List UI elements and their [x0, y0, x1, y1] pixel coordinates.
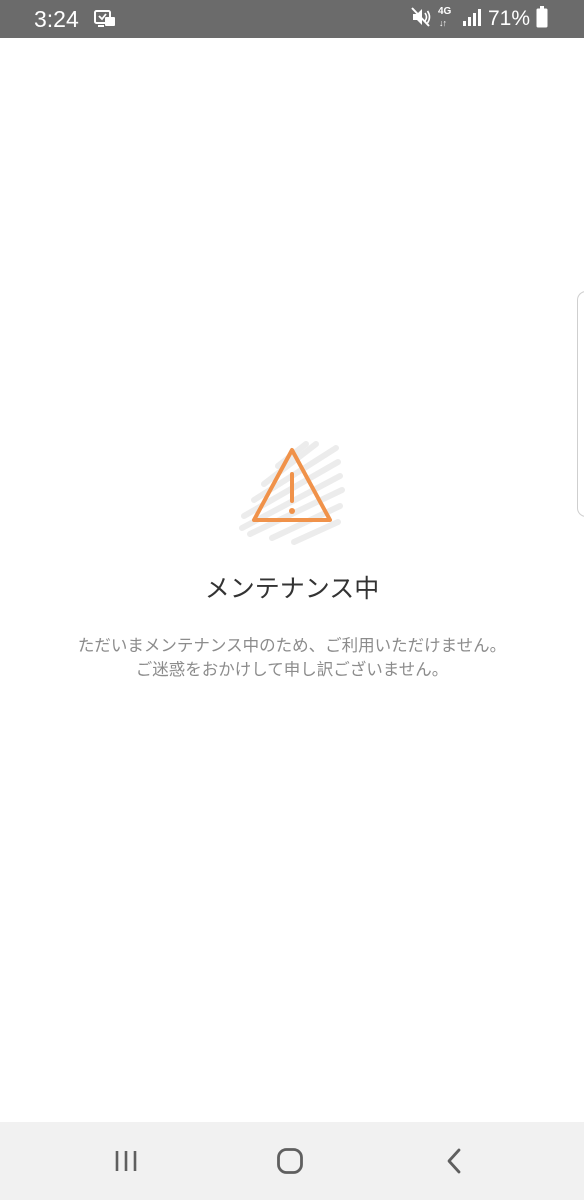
message-line-1: ただいまメンテナンス中のため、ご利用いただけません。 — [77, 636, 507, 655]
home-icon — [277, 1148, 303, 1174]
signal-icon — [462, 7, 482, 31]
status-bar: 3:24 4G ↓↑ 71% — [0, 0, 584, 38]
recent-apps-button[interactable] — [106, 1141, 146, 1181]
battery-percentage: 71% — [487, 7, 530, 30]
edge-panel-handle[interactable] — [577, 291, 584, 517]
status-indicators: 4G ↓↑ 71% — [410, 4, 548, 34]
navigation-bar — [0, 1122, 584, 1200]
maintenance-message: ただいまメンテナンス中のため、ご利用いただけません。 ご迷惑をおかけして申し訳ご… — [20, 634, 564, 682]
status-time: 3:24 — [34, 6, 79, 32]
back-icon — [447, 1148, 461, 1174]
network-arrows: ↓↑ — [438, 18, 447, 28]
page-title: メンテナンス中 — [204, 574, 380, 603]
network-4g-icon: 4G ↓↑ — [438, 5, 456, 33]
back-button[interactable] — [434, 1141, 474, 1181]
mute-vibrate-icon — [410, 6, 432, 32]
network-type: 4G — [437, 6, 452, 17]
warning-icon — [232, 434, 352, 550]
recent-apps-icon — [115, 1151, 137, 1171]
notification-icon — [94, 10, 116, 28]
home-button[interactable] — [270, 1141, 310, 1181]
message-line-2: ご迷惑をおかけして申し訳ございません。 — [135, 660, 449, 679]
battery-icon — [536, 6, 548, 32]
